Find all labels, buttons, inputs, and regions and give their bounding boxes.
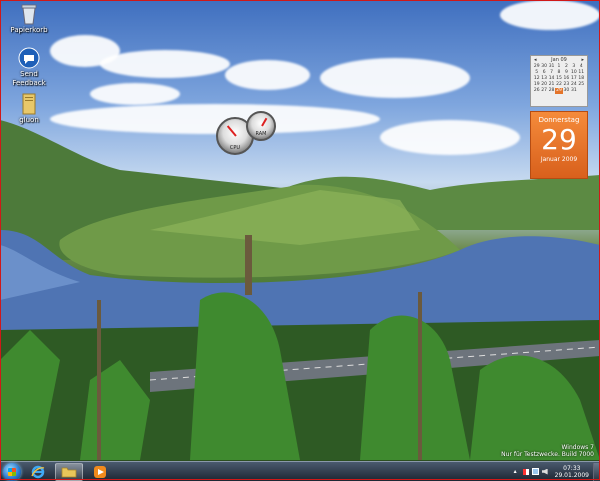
memory-label: RAM xyxy=(255,131,267,137)
calendar-date-cell[interactable]: 28 xyxy=(548,88,555,94)
tray-arrow-icon[interactable]: ▴ xyxy=(514,468,520,475)
recycle-bin-icon xyxy=(17,2,41,26)
calendar-day-number: 29 xyxy=(541,123,577,156)
calendar-day-view[interactable]: Donnerstag 29 Januar 2009 xyxy=(530,111,588,179)
calendar-month-year: Januar 2009 xyxy=(540,156,578,163)
clock-time: 07:33 xyxy=(563,464,581,472)
next-month-arrow[interactable]: ▸ xyxy=(581,57,584,63)
memory-gauge: RAM xyxy=(246,111,276,141)
calendar-month-view[interactable]: ◂ Jan 09 ▸ 29 30 31 1 2 3 4 5 6 7 8 9 10 11 12 13 14 15 16… xyxy=(530,55,588,107)
desktop-icon-label: Send Feedback xyxy=(12,70,46,87)
show-desktop-button[interactable] xyxy=(593,462,600,481)
desktop-icon-send-feedback[interactable]: Send Feedback xyxy=(6,46,52,88)
desktop-icon-label: gluon xyxy=(19,116,39,124)
media-player-icon xyxy=(94,465,106,478)
taskbar-explorer[interactable] xyxy=(55,462,83,481)
explorer-folder-icon xyxy=(61,467,77,478)
calendar-month-header: Jan 09 xyxy=(551,57,567,63)
watermark-build: Nur für Testzwecke. Build 7000 xyxy=(501,451,594,458)
desktop-icon-label: Papierkorb xyxy=(10,26,48,34)
watermark-title: Windows 7 xyxy=(561,444,594,451)
calendar-date-cell[interactable]: 31 xyxy=(570,88,577,94)
system-tray: ▴ 07:33 29.01.2009 xyxy=(514,465,593,479)
calendar-date-cell[interactable]: 27 xyxy=(540,88,547,94)
calendar-date-cell[interactable]: 26 xyxy=(533,88,540,94)
os-watermark: Windows 7 Nur für Testzwecke. Build 7000 xyxy=(501,444,594,458)
cpu-needle xyxy=(226,125,237,137)
start-button[interactable] xyxy=(3,462,21,481)
internet-explorer-icon xyxy=(31,465,45,478)
prev-month-arrow[interactable]: ◂ xyxy=(534,57,537,63)
desktop-icon-gluon[interactable]: gluon xyxy=(6,92,52,125)
action-center-flag-icon[interactable] xyxy=(522,468,529,475)
taskbar-media-player[interactable] xyxy=(87,464,113,480)
network-icon[interactable] xyxy=(531,468,539,475)
calendar-grid: 29 30 31 1 2 3 4 5 6 7 8 9 10 11 12 13 14 15 16 17 18 19 20 21 2… xyxy=(531,64,587,94)
desktop-background[interactable]: Papierkorb Send Feedback gluon CPU RAM ◂… xyxy=(0,0,600,480)
calendar-gadget[interactable]: ◂ Jan 09 ▸ 29 30 31 1 2 3 4 5 6 7 8 9 10 11 12 13 14 15 16… xyxy=(530,55,588,179)
clock-date: 29.01.2009 xyxy=(554,471,589,479)
landscape xyxy=(0,120,600,460)
taskbar: ▴ 07:33 29.01.2009 xyxy=(0,461,600,481)
memory-needle xyxy=(261,117,268,127)
calendar-date-cell[interactable] xyxy=(578,88,585,94)
cpu-label: CPU xyxy=(229,145,241,151)
feedback-icon xyxy=(17,46,41,70)
desktop-icon-recycle-bin[interactable]: Papierkorb xyxy=(6,2,52,35)
calendar-date-cell[interactable]: 29 xyxy=(555,88,563,94)
folder-icon xyxy=(17,92,41,116)
taskbar-clock[interactable]: 07:33 29.01.2009 xyxy=(555,465,589,479)
volume-icon[interactable] xyxy=(541,468,548,475)
calendar-date-cell[interactable]: 30 xyxy=(563,88,570,94)
taskbar-internet-explorer[interactable] xyxy=(25,464,51,480)
